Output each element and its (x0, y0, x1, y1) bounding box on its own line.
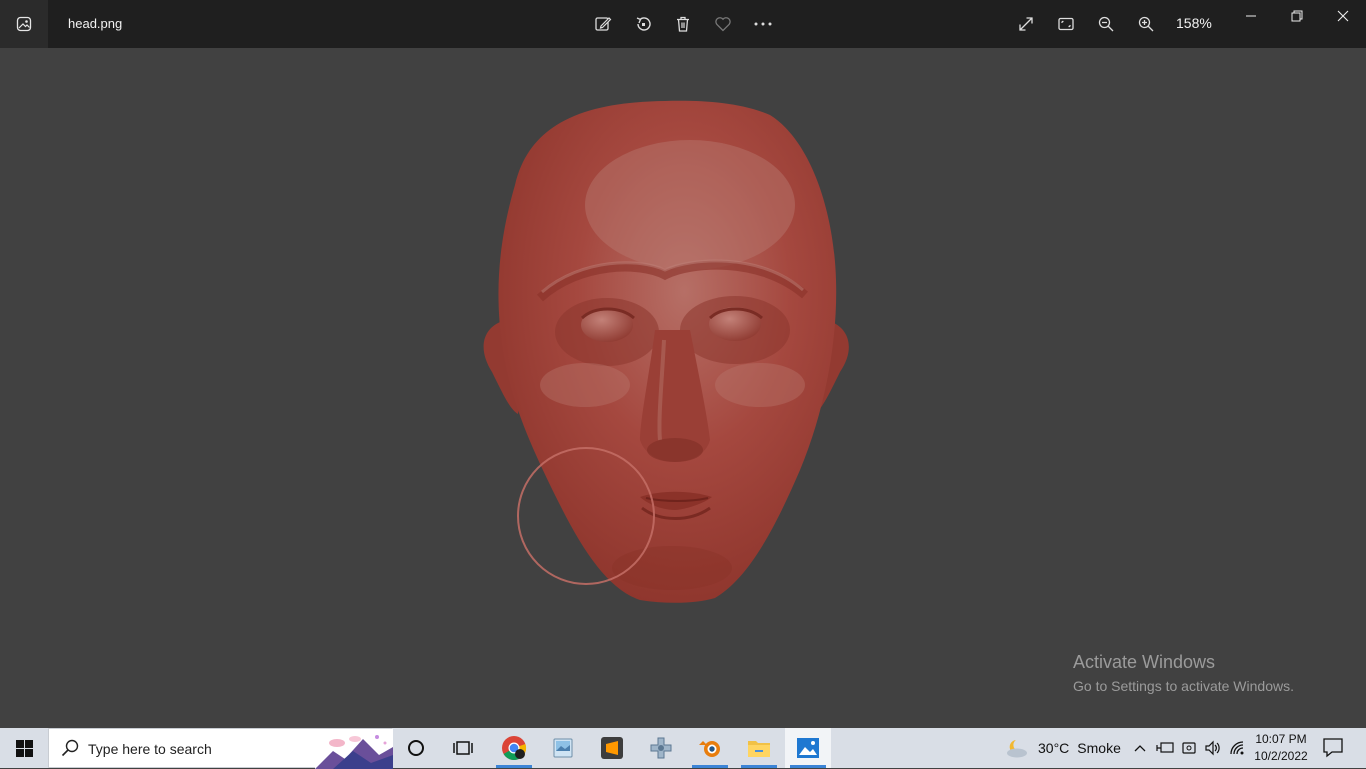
fullscreen-icon[interactable] (1010, 8, 1042, 40)
watermark-title: Activate Windows (1073, 652, 1216, 672)
photos-app-icon[interactable] (0, 0, 48, 48)
rotate-icon[interactable] (627, 8, 659, 40)
image-canvas[interactable]: Activate Windows Go to Settings to activ… (0, 48, 1366, 728)
blender-icon[interactable] (687, 728, 733, 768)
sublime-text-icon[interactable] (589, 728, 635, 768)
favorite-icon[interactable] (707, 8, 739, 40)
more-icon[interactable] (747, 8, 779, 40)
head-sculpt-image (483, 100, 849, 603)
volume-icon[interactable] (1203, 738, 1223, 758)
meet-now-icon[interactable] (1179, 738, 1199, 758)
restore-button[interactable] (1274, 0, 1320, 32)
notification-icon[interactable] (1322, 736, 1344, 763)
zoom-out-icon[interactable] (1090, 8, 1122, 40)
activate-windows-watermark: Activate Windows Go to Settings to activ… (1073, 652, 1294, 694)
file-name: head.png (68, 16, 123, 31)
weather-widget[interactable]: 30°C Smoke (1004, 728, 1121, 768)
task-view-icon[interactable] (440, 728, 486, 768)
network-adapter-icon[interactable] (1155, 738, 1175, 758)
clock-time: 10:07 PM (1255, 732, 1307, 746)
windows-start-icon[interactable] (0, 728, 48, 768)
clock-date: 10/2/2022 (1254, 749, 1308, 763)
taskbar-search-box[interactable]: Type here to search (48, 728, 393, 769)
search-icon (61, 739, 79, 757)
wifi-icon[interactable] (1228, 738, 1248, 758)
weather-temperature: 30°C (1038, 740, 1070, 756)
weather-icon (1007, 740, 1027, 758)
minimize-button[interactable] (1228, 0, 1274, 32)
fit-window-icon[interactable] (1050, 8, 1082, 40)
taskbar: Type here to search 30°C Smoke 10:07 PM … (0, 728, 1366, 769)
edit-image-icon[interactable] (587, 8, 619, 40)
close-button[interactable] (1320, 0, 1366, 32)
title-bar: head.png 158% (0, 0, 1366, 48)
chevron-up-icon[interactable] (1130, 738, 1150, 758)
game-app-icon[interactable] (638, 728, 684, 768)
weather-condition: Smoke (1077, 740, 1121, 756)
delete-icon[interactable] (667, 8, 699, 40)
chrome-icon[interactable] (491, 728, 537, 768)
search-highlight-illustration (315, 729, 393, 769)
photos-icon[interactable] (785, 728, 831, 768)
zoom-in-icon[interactable] (1130, 8, 1162, 40)
system-clock[interactable]: 10:07 PM 10/2/2022 (1252, 731, 1310, 765)
cortana-icon[interactable] (393, 728, 439, 768)
file-explorer-icon[interactable] (736, 728, 782, 768)
zoom-level[interactable]: 158% (1176, 15, 1212, 31)
watermark-subtitle: Go to Settings to activate Windows. (1073, 678, 1294, 694)
search-placeholder: Type here to search (88, 741, 212, 757)
photo-viewer-icon[interactable] (540, 728, 586, 768)
